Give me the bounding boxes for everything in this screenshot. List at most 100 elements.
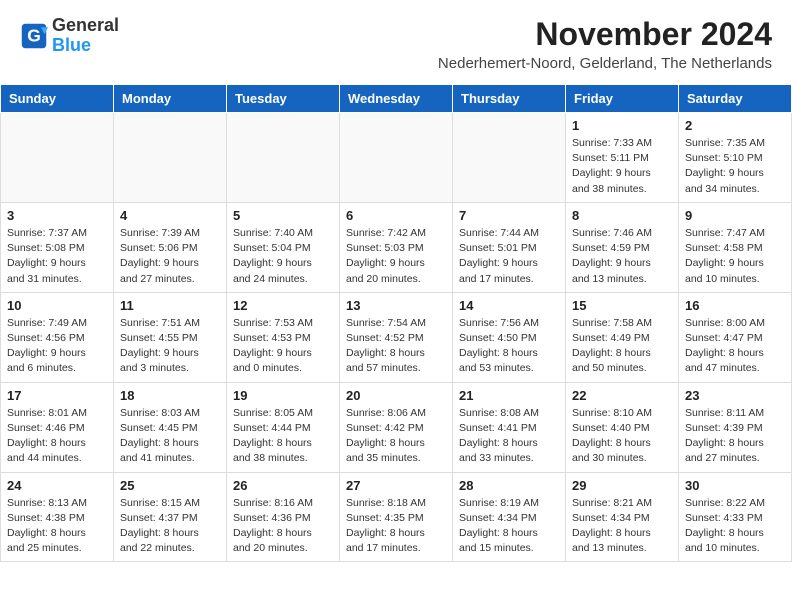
location-title: Nederhemert-Noord, Gelderland, The Nethe… [438, 55, 772, 72]
day-info: Sunrise: 8:03 AM Sunset: 4:45 PM Dayligh… [120, 406, 220, 467]
calendar-cell: 21Sunrise: 8:08 AM Sunset: 4:41 PM Dayli… [453, 382, 566, 472]
weekday-header-friday: Friday [566, 85, 679, 113]
day-number: 13 [346, 298, 446, 313]
calendar-cell: 24 Sunrise: 8:13 AM Sunset: 4:38 PM Dayli… [1, 472, 114, 562]
day-number: 26 [233, 478, 333, 493]
day-info: Sunrise: 8:13 AM Sunset: 4:38 PM Dayligh… [7, 496, 107, 557]
day-number: 2 [685, 118, 785, 133]
weekday-header-tuesday: Tuesday [227, 85, 340, 113]
day-number: 14 [459, 298, 559, 313]
day-info: Sunrise: 8:18 AM Sunset: 4:35 PM Dayligh… [346, 496, 446, 557]
logo-line2: Blue [52, 36, 119, 56]
calendar-cell: 9 Sunrise: 7:47 AM Sunset: 4:58 PM Daylig… [679, 202, 792, 292]
day-info: Sunrise: 7:33 AM Sunset: 5:11 PM Dayligh… [572, 136, 672, 197]
day-info: Sunrise: 7:56 AM Sunset: 4:50 PM Dayligh… [459, 316, 559, 377]
calendar-cell: 29Sunrise: 8:21 AM Sunset: 4:34 PM Dayli… [566, 472, 679, 562]
day-number: 6 [346, 208, 446, 223]
calendar-cell: 6 Sunrise: 7:42 AM Sunset: 5:03 PM Daylig… [340, 202, 453, 292]
day-number: 17 [7, 388, 107, 403]
calendar-cell: 12 Sunrise: 7:53 AM Sunset: 4:53 PM Dayli… [227, 292, 340, 382]
logo-text: General Blue [52, 16, 119, 56]
calendar-cell: 5Sunrise: 7:40 AM Sunset: 5:04 PM Daylig… [227, 202, 340, 292]
day-number: 25 [120, 478, 220, 493]
day-info: Sunrise: 7:49 AM Sunset: 4:56 PM Dayligh… [7, 316, 107, 377]
day-info: Sunrise: 8:00 AM Sunset: 4:47 PM Dayligh… [685, 316, 785, 377]
day-number: 11 [120, 298, 220, 313]
day-info: Sunrise: 7:42 AM Sunset: 5:03 PM Dayligh… [346, 226, 446, 287]
calendar-cell: 16 Sunrise: 8:00 AM Sunset: 4:47 PM Dayli… [679, 292, 792, 382]
day-info: Sunrise: 8:05 AM Sunset: 4:44 PM Dayligh… [233, 406, 333, 467]
calendar-cell: 10 Sunrise: 7:49 AM Sunset: 4:56 PM Dayli… [1, 292, 114, 382]
calendar-cell: 11 Sunrise: 7:51 AM Sunset: 4:55 PM Dayli… [114, 292, 227, 382]
logo-line1: General [52, 16, 119, 36]
day-number: 24 [7, 478, 107, 493]
day-info: Sunrise: 7:54 AM Sunset: 4:52 PM Dayligh… [346, 316, 446, 377]
day-info: Sunrise: 8:10 AM Sunset: 4:40 PM Dayligh… [572, 406, 672, 467]
calendar-cell: 7 Sunrise: 7:44 AM Sunset: 5:01 PM Daylig… [453, 202, 566, 292]
day-info: Sunrise: 8:22 AM Sunset: 4:33 PM Dayligh… [685, 496, 785, 557]
day-info: Sunrise: 7:53 AM Sunset: 4:53 PM Dayligh… [233, 316, 333, 377]
page-header: G General Blue November 2024 Nederhemert… [0, 0, 792, 76]
calendar-cell: 25 Sunrise: 8:15 AM Sunset: 4:37 PM Dayli… [114, 472, 227, 562]
day-info: Sunrise: 7:44 AM Sunset: 5:01 PM Dayligh… [459, 226, 559, 287]
calendar-week-row: 1 Sunrise: 7:33 AM Sunset: 5:11 PM Daylig… [1, 113, 792, 203]
day-number: 19 [233, 388, 333, 403]
calendar-cell [227, 113, 340, 203]
calendar-table: SundayMondayTuesdayWednesdayThursdayFrid… [0, 84, 792, 562]
calendar-cell: 1 Sunrise: 7:33 AM Sunset: 5:11 PM Daylig… [566, 113, 679, 203]
day-number: 18 [120, 388, 220, 403]
weekday-header-sunday: Sunday [1, 85, 114, 113]
calendar-cell: 30 Sunrise: 8:22 AM Sunset: 4:33 PM Dayli… [679, 472, 792, 562]
calendar-cell: 28 Sunrise: 8:19 AM Sunset: 4:34 PM Dayli… [453, 472, 566, 562]
svg-text:G: G [27, 25, 41, 45]
calendar-cell [1, 113, 114, 203]
day-info: Sunrise: 8:15 AM Sunset: 4:37 PM Dayligh… [120, 496, 220, 557]
day-info: Sunrise: 7:46 AM Sunset: 4:59 PM Dayligh… [572, 226, 672, 287]
day-info: Sunrise: 7:35 AM Sunset: 5:10 PM Dayligh… [685, 136, 785, 197]
day-number: 27 [346, 478, 446, 493]
day-info: Sunrise: 8:16 AM Sunset: 4:36 PM Dayligh… [233, 496, 333, 557]
calendar-cell: 8 Sunrise: 7:46 AM Sunset: 4:59 PM Daylig… [566, 202, 679, 292]
day-info: Sunrise: 8:08 AM Sunset: 4:41 PM Dayligh… [459, 406, 559, 467]
calendar-week-row: 3 Sunrise: 7:37 AM Sunset: 5:08 PM Daylig… [1, 202, 792, 292]
day-info: Sunrise: 7:51 AM Sunset: 4:55 PM Dayligh… [120, 316, 220, 377]
day-number: 30 [685, 478, 785, 493]
day-number: 9 [685, 208, 785, 223]
calendar-cell: 17Sunrise: 8:01 AM Sunset: 4:46 PM Dayli… [1, 382, 114, 472]
title-block: November 2024 Nederhemert-Noord, Gelderl… [438, 16, 772, 72]
day-info: Sunrise: 7:39 AM Sunset: 5:06 PM Dayligh… [120, 226, 220, 287]
day-number: 16 [685, 298, 785, 313]
calendar-cell [453, 113, 566, 203]
calendar-cell: 20 Sunrise: 8:06 AM Sunset: 4:42 PM Dayli… [340, 382, 453, 472]
weekday-header-wednesday: Wednesday [340, 85, 453, 113]
day-info: Sunrise: 8:19 AM Sunset: 4:34 PM Dayligh… [459, 496, 559, 557]
calendar-cell: 22Sunrise: 8:10 AM Sunset: 4:40 PM Dayli… [566, 382, 679, 472]
calendar-cell: 2 Sunrise: 7:35 AM Sunset: 5:10 PM Daylig… [679, 113, 792, 203]
day-info: Sunrise: 8:11 AM Sunset: 4:39 PM Dayligh… [685, 406, 785, 467]
day-number: 3 [7, 208, 107, 223]
calendar-cell: 15 Sunrise: 7:58 AM Sunset: 4:49 PM Dayli… [566, 292, 679, 382]
calendar-cell [114, 113, 227, 203]
day-info: Sunrise: 7:47 AM Sunset: 4:58 PM Dayligh… [685, 226, 785, 287]
calendar-header-row: SundayMondayTuesdayWednesdayThursdayFrid… [1, 85, 792, 113]
day-number: 5 [233, 208, 333, 223]
logo-icon: G [20, 22, 48, 50]
day-info: Sunrise: 8:06 AM Sunset: 4:42 PM Dayligh… [346, 406, 446, 467]
weekday-header-monday: Monday [114, 85, 227, 113]
day-number: 20 [346, 388, 446, 403]
calendar-cell: 19 Sunrise: 8:05 AM Sunset: 4:44 PM Dayli… [227, 382, 340, 472]
day-number: 1 [572, 118, 672, 133]
day-info: Sunrise: 7:37 AM Sunset: 5:08 PM Dayligh… [7, 226, 107, 287]
day-number: 12 [233, 298, 333, 313]
day-number: 28 [459, 478, 559, 493]
day-info: Sunrise: 7:58 AM Sunset: 4:49 PM Dayligh… [572, 316, 672, 377]
weekday-header-saturday: Saturday [679, 85, 792, 113]
day-number: 15 [572, 298, 672, 313]
day-number: 4 [120, 208, 220, 223]
day-number: 7 [459, 208, 559, 223]
calendar-cell: 18 Sunrise: 8:03 AM Sunset: 4:45 PM Dayli… [114, 382, 227, 472]
day-number: 10 [7, 298, 107, 313]
logo: G General Blue [20, 16, 119, 56]
day-number: 8 [572, 208, 672, 223]
day-info: Sunrise: 8:21 AM Sunset: 4:34 PM Dayligh… [572, 496, 672, 557]
